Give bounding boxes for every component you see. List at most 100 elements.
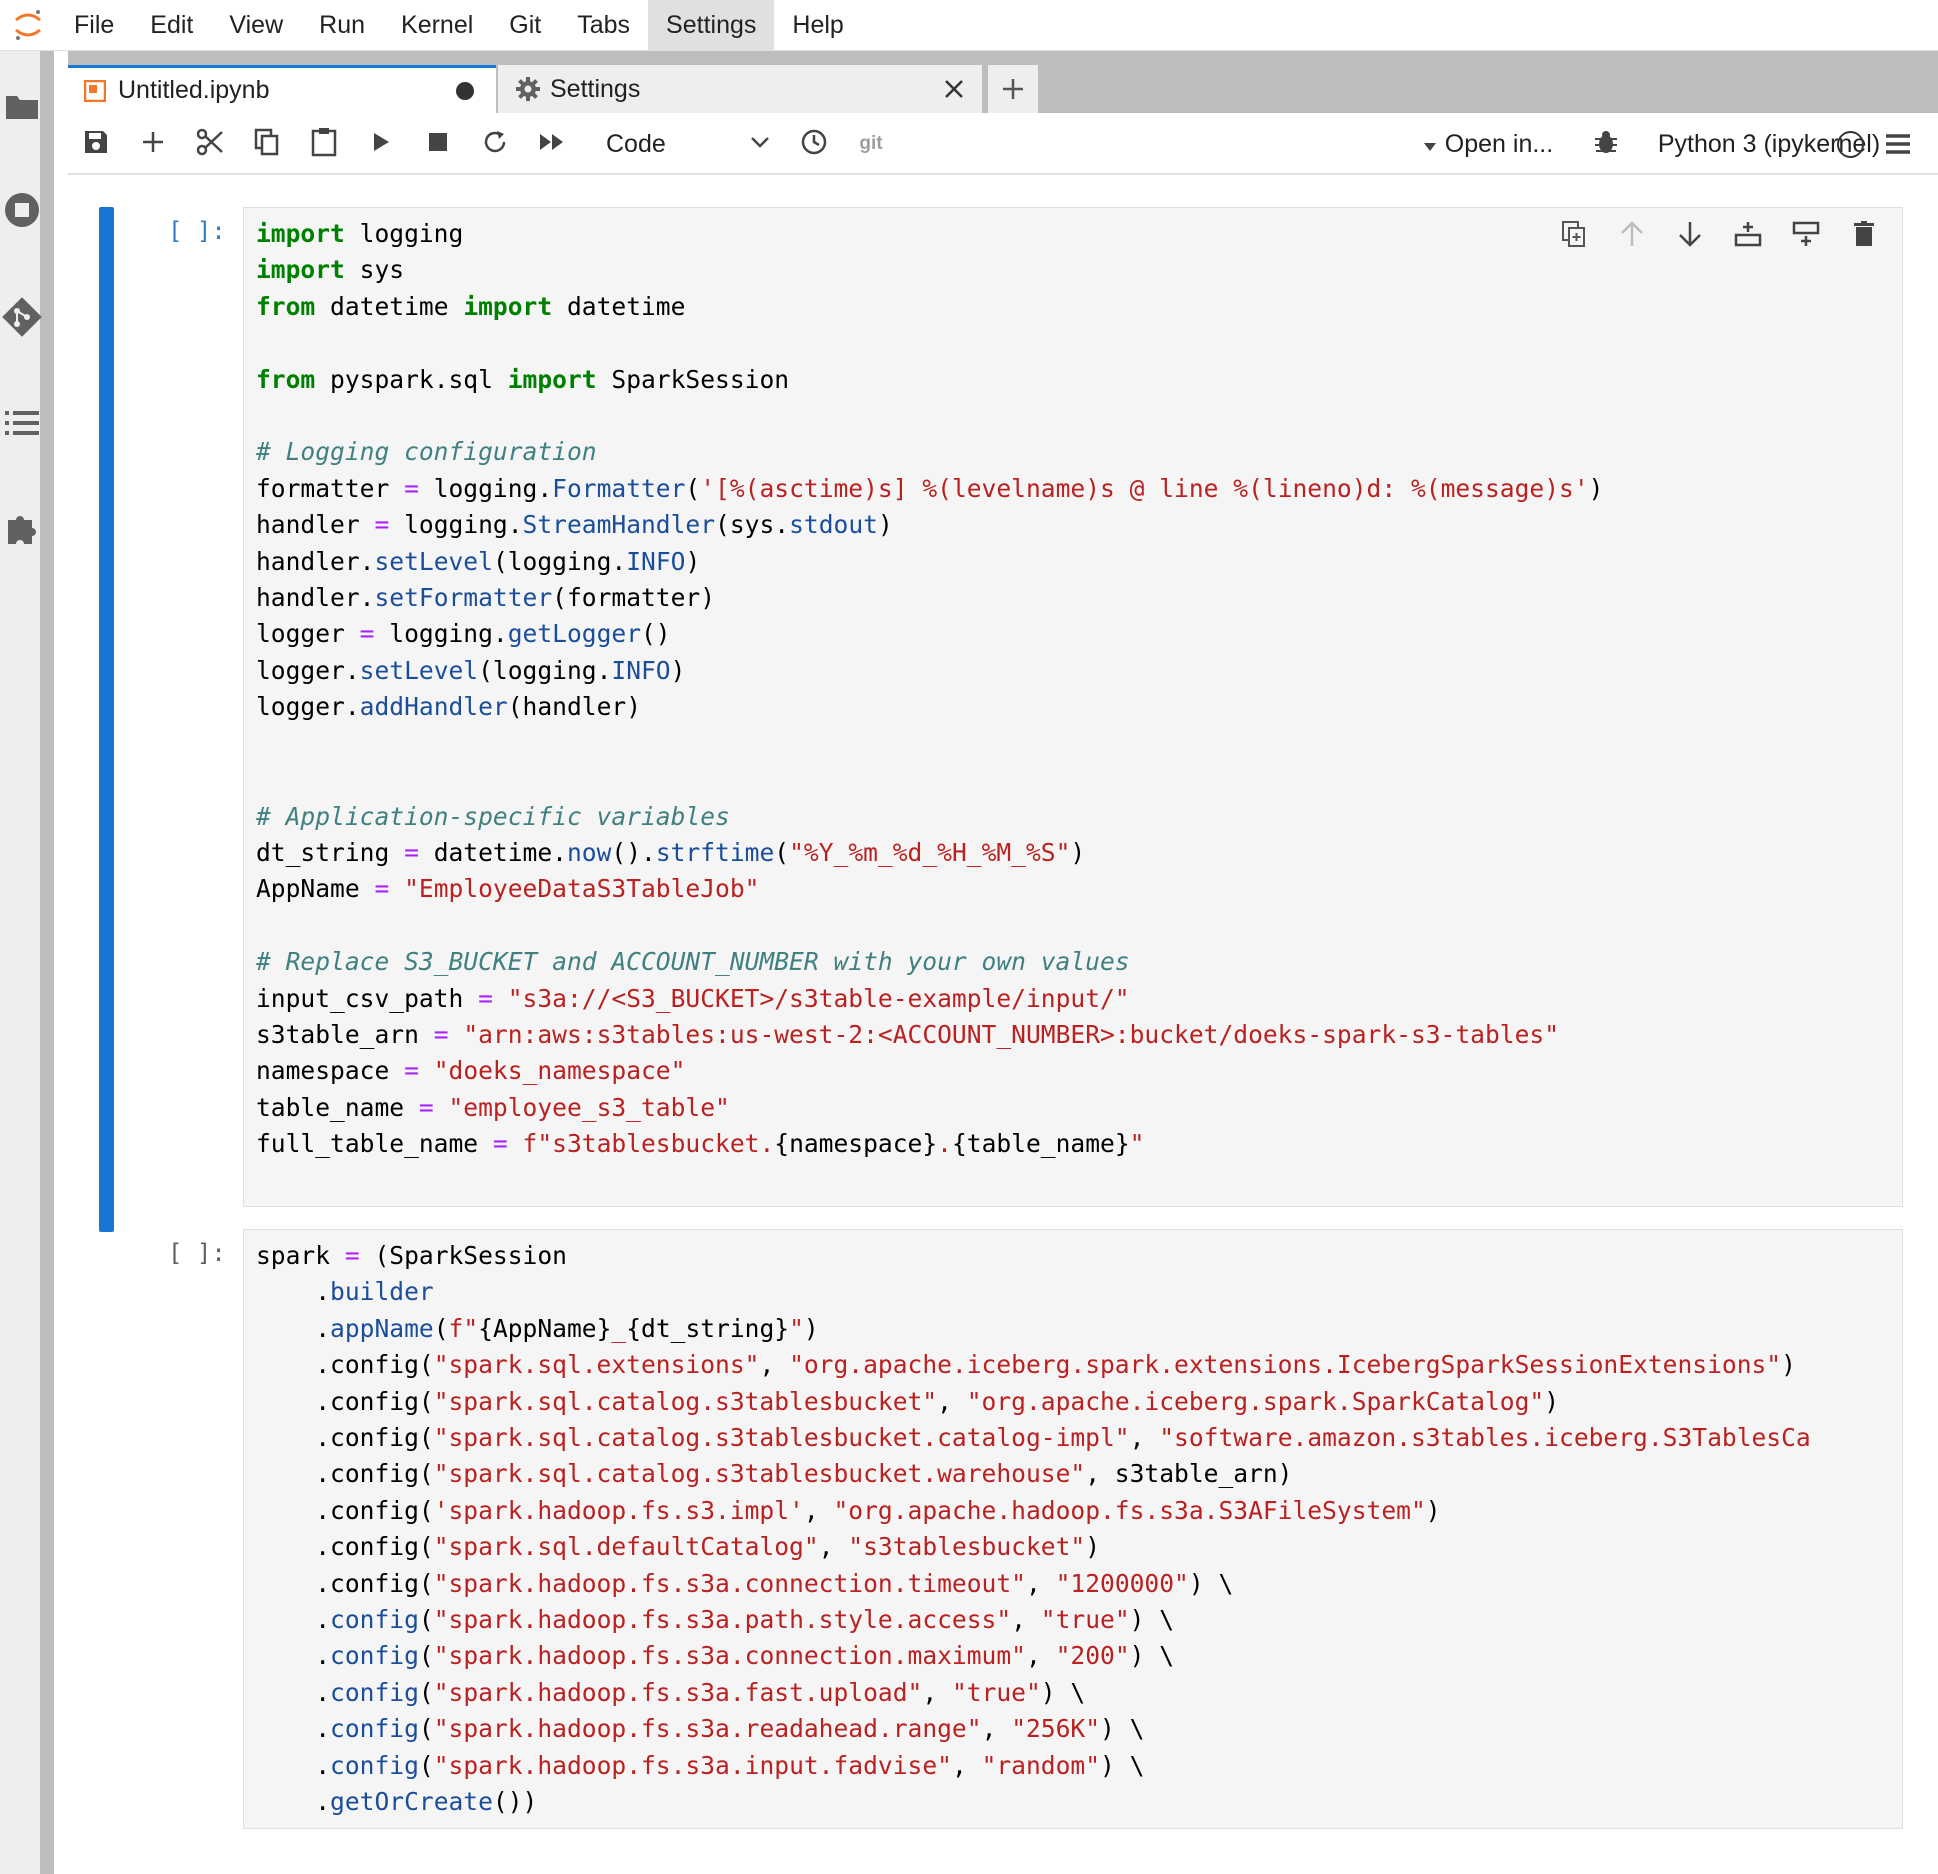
code-token: f"s3tablesbucket. <box>522 1129 775 1159</box>
code-token: ) \ <box>1129 1641 1175 1671</box>
git-diff-button[interactable]: git <box>853 113 889 175</box>
code-token: . <box>256 1787 331 1817</box>
code-cell-1[interactable]: [ ]: import logging import sys from dateti… <box>68 207 1938 1232</box>
tab-settings[interactable]: Settings <box>498 65 982 113</box>
extension-manager-icon[interactable] <box>0 506 44 550</box>
code-line: .config("spark.sql.catalog.s3tablesbucke… <box>256 1384 1890 1420</box>
restart-button[interactable] <box>477 113 513 175</box>
insert-cell-button[interactable] <box>135 113 171 175</box>
close-icon[interactable] <box>944 79 964 99</box>
cut-button[interactable] <box>192 113 228 175</box>
code-line: table_name = "employee_s3_table" <box>256 1090 1890 1126</box>
code-token: SparkSession <box>596 364 790 394</box>
folder-icon[interactable] <box>0 84 44 128</box>
more-menu-icon[interactable] <box>1880 113 1916 175</box>
run-button[interactable] <box>363 113 399 175</box>
menu-view[interactable]: View <box>211 0 301 51</box>
code-token: INFO <box>611 655 671 685</box>
save-button[interactable] <box>78 113 114 175</box>
code-line: spark = (SparkSession <box>256 1238 1890 1274</box>
menu-kernel[interactable]: Kernel <box>383 0 491 51</box>
code-token: "200" <box>1055 1641 1130 1671</box>
code-line: .builder <box>256 1274 1890 1310</box>
move-cell-down-button[interactable] <box>1672 218 1708 254</box>
code-line: input_csv_path = "s3a://<S3_BUCKET>/s3ta… <box>256 981 1890 1017</box>
move-cell-up-button[interactable] <box>1614 218 1650 254</box>
delete-cell-button[interactable] <box>1846 218 1882 254</box>
code-token: 'spark.hadoop.fs.s3.impl' <box>433 1495 804 1525</box>
code-token: "s3a://<S3_BUCKET>/s3table-example/input… <box>507 983 1130 1013</box>
code-line: handler = logging.StreamHandler(sys.stdo… <box>256 507 1890 543</box>
code-token: AppName <box>256 874 375 904</box>
code-token: config <box>330 1677 419 1707</box>
code-token: (handler) <box>507 692 641 722</box>
menu-tabs[interactable]: Tabs <box>559 0 648 51</box>
code-token: , <box>759 1350 790 1380</box>
new-launcher-button[interactable] <box>988 65 1038 113</box>
code-token: .config( <box>256 1386 434 1416</box>
scissors-icon <box>196 128 224 161</box>
cell-editor[interactable]: import logging import sys from datetime im… <box>243 207 1903 1207</box>
code-token: import <box>463 291 553 321</box>
code-content[interactable]: spark = (SparkSession .builder .appName(… <box>244 1230 1902 1828</box>
code-token: {namespace} <box>774 1129 938 1159</box>
cell-collapser[interactable] <box>99 207 114 1232</box>
code-token: s3table_arn <box>256 1019 434 1049</box>
tab-untitled-notebook[interactable]: Untitled.ipynb <box>68 65 496 113</box>
code-token: ) <box>670 655 686 685</box>
notebook-icon <box>84 79 106 102</box>
restart-run-all-button[interactable] <box>534 113 570 175</box>
code-token: ( <box>433 1313 449 1343</box>
git-icon[interactable] <box>0 295 44 339</box>
menu-run[interactable]: Run <box>301 0 383 51</box>
code-token: . <box>256 1277 331 1307</box>
copy-button[interactable] <box>249 113 285 175</box>
menu-edit[interactable]: Edit <box>132 0 211 51</box>
running-kernels-icon[interactable] <box>0 188 44 232</box>
play-icon <box>371 131 391 158</box>
code-token: from <box>256 291 316 321</box>
code-token: spark <box>256 1241 345 1270</box>
code-line: .config("spark.hadoop.fs.s3a.connection.… <box>256 1566 1890 1602</box>
duplicate-cell-button[interactable] <box>1556 218 1592 254</box>
code-line: from datetime import datetime <box>256 289 1890 325</box>
code-token: . <box>256 1641 331 1671</box>
table-of-contents-icon[interactable] <box>0 401 44 445</box>
code-token: ) <box>877 510 893 540</box>
code-line: full_table_name = f"s3tablesbucket.{name… <box>256 1126 1890 1162</box>
menu-git[interactable]: Git <box>491 0 559 51</box>
menu-help[interactable]: Help <box>774 0 861 51</box>
code-token: , <box>922 1677 952 1707</box>
timeline-button[interactable] <box>796 113 832 175</box>
paste-button[interactable] <box>306 113 342 175</box>
code-cell-2[interactable]: [ ]: spark = (SparkSession .builder .app… <box>68 1229 1938 1829</box>
interrupt-button[interactable] <box>420 113 456 175</box>
notebook-toolbar: Code git Open in... Python 3 (ipykernel) <box>68 113 1938 175</box>
open-in-dropdown[interactable]: Open in... <box>1413 113 1563 175</box>
code-token: = <box>404 1056 419 1086</box>
code-token: "true" <box>1040 1605 1130 1635</box>
code-token: ( <box>418 1605 434 1635</box>
code-token: logging. <box>374 619 508 649</box>
menu-file[interactable]: File <box>56 0 132 51</box>
cell-editor[interactable]: spark = (SparkSession .builder .appName(… <box>243 1229 1903 1829</box>
menu-settings[interactable]: Settings <box>648 0 775 51</box>
chevron-down-icon <box>750 135 770 154</box>
insert-cell-above-button[interactable] <box>1730 218 1766 254</box>
unsaved-dot-icon[interactable] <box>456 81 474 100</box>
code-token: logging <box>344 219 464 248</box>
code-token: {table_name} <box>951 1129 1130 1159</box>
insert-cell-below-button[interactable] <box>1788 218 1824 254</box>
code-token: logging. <box>418 473 553 503</box>
cell-type-select[interactable]: Code <box>598 113 778 175</box>
code-token: . <box>937 1129 952 1159</box>
code-content[interactable]: import logging import sys from datetime im… <box>244 208 1902 1171</box>
code-token: sys <box>344 255 405 285</box>
jupyter-logo-icon <box>0 0 56 51</box>
code-token: "spark.sql.catalog.s3tablesbucket" <box>433 1386 938 1416</box>
debugger-button[interactable] <box>1588 113 1624 175</box>
